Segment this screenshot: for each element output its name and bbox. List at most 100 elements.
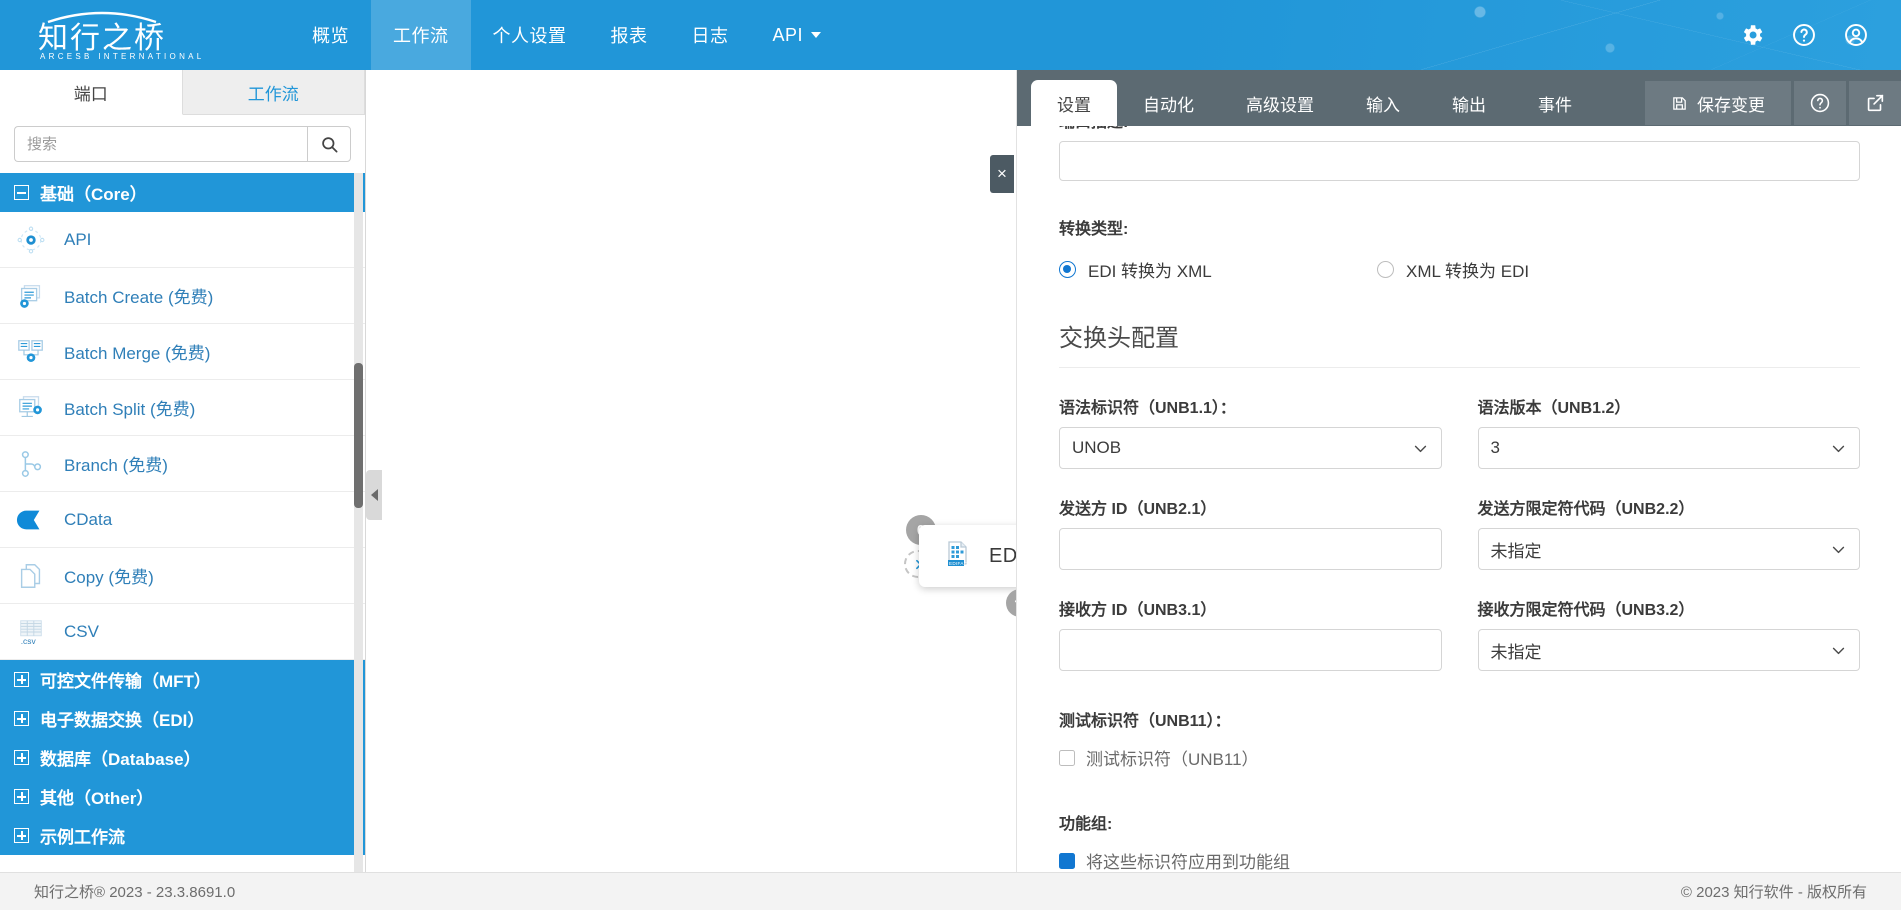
connector-item-batch-merge[interactable]: Batch Merge (免费) <box>0 324 365 380</box>
connector-label: Batch Split (免费) <box>64 400 196 419</box>
connector-item-api[interactable]: API <box>0 212 365 268</box>
tab-settings[interactable]: 设置 <box>1031 80 1117 126</box>
category-label: 数据库（Database） <box>40 750 201 769</box>
field-row-3: 接收方 ID（UNB3.1） 接收方限定符代码（UNB3.2） 未指定 <box>1059 596 1860 671</box>
tab-workflows[interactable]: 工作流 <box>183 70 365 114</box>
svg-text:ARCESB INTERNATIONAL: ARCESB INTERNATIONAL <box>40 52 205 61</box>
function-group-checkbox-row[interactable]: 将这些标识符应用到功能组 <box>1059 848 1860 872</box>
tab-input[interactable]: 输入 <box>1340 80 1426 126</box>
connector-item-csv[interactable]: .csv CSV <box>0 604 365 660</box>
checkbox-label: 将这些标识符应用到功能组 <box>1086 853 1290 872</box>
tab-events[interactable]: 事件 <box>1512 80 1598 126</box>
category-label: 电子数据交换（EDI） <box>40 711 205 730</box>
field-label: 接收方限定符代码（UNB3.2） <box>1477 602 1695 619</box>
tab-automation[interactable]: 自动化 <box>1117 80 1220 126</box>
left-panel: 端口 工作流 基础（Core） <box>0 70 366 872</box>
receiver-qualifier-select[interactable]: 未指定 <box>1477 629 1860 671</box>
category-other[interactable]: 其他（Other） <box>0 777 365 816</box>
radio-unselected-icon <box>1377 261 1394 278</box>
nav-right-icons <box>1739 0 1901 70</box>
nav-item-label: 工作流 <box>393 26 449 46</box>
tab-label: 输入 <box>1366 95 1400 115</box>
scrollbar-track <box>354 173 363 872</box>
radio-selected-icon <box>1059 261 1076 278</box>
search-button[interactable] <box>307 126 351 162</box>
tab-output[interactable]: 输出 <box>1426 80 1512 126</box>
radio-edi-to-xml[interactable]: EDI 转换为 XML <box>1059 257 1377 282</box>
category-mft[interactable]: 可控文件传输（MFT） <box>0 660 365 699</box>
sender-qualifier-select[interactable]: 未指定 <box>1477 528 1860 570</box>
connector-item-copy[interactable]: Copy (免费) <box>0 548 365 604</box>
field-receiver-qualifier: 接收方限定符代码（UNB3.2） 未指定 <box>1477 596 1860 671</box>
nav-item-personal-settings[interactable]: 个人设置 <box>471 0 589 70</box>
syntax-identifier-select[interactable]: UNOB <box>1059 427 1442 469</box>
brand-logo[interactable]: 知行之桥 ARCESB INTERNATIONAL <box>0 0 290 70</box>
field-syntax-version: 语法版本（UNB1.2） 3 <box>1477 394 1860 469</box>
footer-bar: 知行之桥® 2023 - 23.3.8691.0 © 2023 知行软件 - 版… <box>0 872 1901 910</box>
tab-advanced-settings[interactable]: 高级设置 <box>1220 80 1340 126</box>
radio-xml-to-edi[interactable]: XML 转换为 EDI <box>1377 257 1695 282</box>
svg-text:EDIFACT: EDIFACT <box>949 561 971 566</box>
nav-item-reports[interactable]: 报表 <box>589 0 670 70</box>
radio-label: XML 转换为 EDI <box>1406 262 1530 281</box>
category-database[interactable]: 数据库（Database） <box>0 738 365 777</box>
settings-form: 端口描述: 转换类型: EDI 转换为 XML XML 转换为 EDI 交换头配… <box>1017 126 1901 872</box>
footer-copyright-text: © 2023 知行软件 - 版权所有 <box>1680 884 1867 901</box>
connector-list[interactable]: 基础（Core） API Batch Create (免费) Batch Mer… <box>0 173 365 872</box>
connector-label: CSV <box>64 621 99 641</box>
batch-merge-icon <box>14 335 48 369</box>
tab-label: 自动化 <box>1143 95 1194 115</box>
panel-collapse-handle[interactable] <box>366 470 382 520</box>
account-icon[interactable] <box>1843 22 1869 48</box>
connector-label: API <box>64 229 92 249</box>
connector-item-branch[interactable]: Branch (免费) <box>0 436 365 492</box>
api-icon <box>14 223 48 257</box>
select-value: 未指定 <box>1490 541 1542 561</box>
sender-id-input[interactable] <box>1059 528 1442 570</box>
category-edi[interactable]: 电子数据交换（EDI） <box>0 699 365 738</box>
svg-text:知行之桥: 知行之桥 <box>38 21 166 56</box>
search-input[interactable] <box>14 126 307 162</box>
settings-toolbar: 保存变更 <box>1645 80 1901 126</box>
popout-icon <box>1867 94 1884 112</box>
test-flag-checkbox-row[interactable]: 测试标识符（UNB11） <box>1059 745 1860 770</box>
arcesb-logo-icon: 知行之桥 ARCESB INTERNATIONAL <box>38 11 205 61</box>
open-in-new-window-button[interactable] <box>1849 81 1901 125</box>
connector-label: Branch (免费) <box>64 456 168 475</box>
nav-item-list: 概览 工作流 个人设置 报表 日志 API <box>290 0 843 70</box>
connector-item-batch-split[interactable]: Batch Split (免费) <box>0 380 365 436</box>
close-settings-panel-button[interactable]: × <box>990 155 1014 193</box>
connector-item-batch-create[interactable]: Batch Create (免费) <box>0 268 365 324</box>
field-label: 接收方 ID（UNB3.1） <box>1059 602 1217 619</box>
connector-item-cdata[interactable]: CData <box>0 492 365 548</box>
nav-item-workflow[interactable]: 工作流 <box>371 0 471 70</box>
chevron-down-icon <box>1832 647 1845 654</box>
edifact-file-icon: EDIFACT <box>941 539 975 573</box>
scrollbar-thumb[interactable] <box>354 363 363 508</box>
tab-ports[interactable]: 端口 <box>0 70 183 115</box>
nav-item-api[interactable]: API <box>751 0 844 70</box>
syntax-version-select[interactable]: 3 <box>1477 427 1860 469</box>
field-sender-id: 发送方 ID（UNB2.1） <box>1059 495 1442 570</box>
nav-item-logs[interactable]: 日志 <box>670 0 751 70</box>
field-label: 语法标识符（UNB1.1）： <box>1059 400 1236 417</box>
save-changes-button[interactable]: 保存变更 <box>1645 81 1791 125</box>
category-core[interactable]: 基础（Core） <box>0 173 365 212</box>
gear-icon[interactable] <box>1739 22 1765 48</box>
cdata-icon <box>14 503 48 537</box>
panel-help-button[interactable] <box>1794 81 1846 125</box>
connector-label: CData <box>64 509 113 529</box>
help-icon[interactable] <box>1791 22 1817 48</box>
nav-item-label: API <box>772 24 804 45</box>
workflow-canvas[interactable]: 0 EDIFACT <box>366 70 1250 872</box>
plus-box-icon <box>14 789 29 804</box>
category-sample-workflows[interactable]: 示例工作流 <box>0 816 365 855</box>
chevron-down-icon <box>1832 546 1845 553</box>
nav-item-overview[interactable]: 概览 <box>290 0 371 70</box>
convert-type-radio-group: EDI 转换为 XML XML 转换为 EDI <box>1059 257 1860 282</box>
receiver-id-input[interactable] <box>1059 629 1442 671</box>
save-icon <box>1673 96 1686 110</box>
nav-item-label: 日志 <box>691 26 729 46</box>
port-description-input[interactable] <box>1059 141 1860 181</box>
nav-item-label: 报表 <box>610 26 648 46</box>
